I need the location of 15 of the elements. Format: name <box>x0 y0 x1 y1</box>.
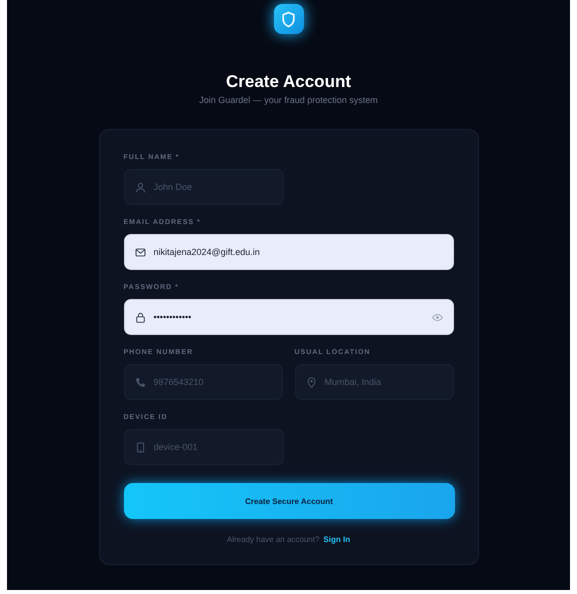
envelope-icon <box>134 246 146 258</box>
lock-icon <box>134 312 146 322</box>
page-subtitle: Join Guardel — your fraud protection system <box>199 95 378 105</box>
person-icon <box>134 182 146 192</box>
input-field[interactable]: nikitajena2024@gift.edu.in <box>124 234 454 270</box>
password-field[interactable]: •••••••••••• <box>124 299 454 335</box>
phone-icon <box>134 376 146 388</box>
eye-icon[interactable] <box>432 312 442 322</box>
signin-prompt: Already have an account? <box>226 535 320 544</box>
shield-icon <box>280 10 297 28</box>
create-account-button[interactable]: Create Secure Account <box>124 483 454 519</box>
pin-icon <box>306 376 316 388</box>
sign-in-link[interactable]: Sign In <box>323 535 350 544</box>
page-title: Create Account <box>226 72 351 92</box>
device-icon <box>134 442 146 452</box>
